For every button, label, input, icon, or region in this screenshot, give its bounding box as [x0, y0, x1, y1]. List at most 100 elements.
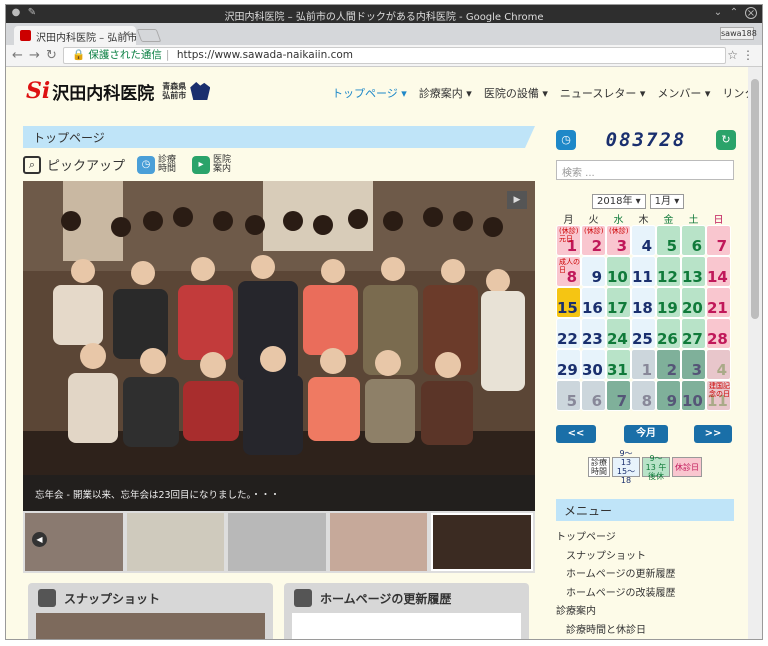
calendar-day[interactable]: 19 [656, 287, 681, 318]
prev-month-button[interactable]: << [556, 425, 596, 443]
calendar-day[interactable]: 14 [706, 256, 731, 287]
tab-close-icon[interactable]: × [123, 29, 131, 40]
calendar-day[interactable]: 5 [556, 380, 581, 411]
calendar-day[interactable]: 29 [556, 349, 581, 380]
calendar-day[interactable]: 18 [631, 287, 656, 318]
calendar-day[interactable]: 25 [631, 318, 656, 349]
calendar-day[interactable]: 4 [631, 225, 656, 256]
month-select[interactable]: 1月 ▾ [649, 194, 685, 209]
browser-tab[interactable]: 沢田内科医院 – 弘前市 × [14, 26, 136, 45]
next-month-button[interactable]: >> [694, 425, 732, 443]
calendar-day[interactable]: 9 [656, 380, 681, 411]
calendar-day[interactable]: 成人の日 8 [556, 256, 581, 287]
calendar-day[interactable]: 21 [706, 287, 731, 318]
calendar-day[interactable]: 30 [581, 349, 606, 380]
pickup-label: ピックアップ [47, 159, 126, 174]
calendar-day[interactable]: 6 [681, 225, 706, 256]
profile-button[interactable]: sawa188 [720, 27, 757, 40]
calendar-day[interactable]: (休診)元日 1 [556, 225, 581, 256]
thumbnail[interactable] [329, 513, 428, 571]
calendar-day[interactable]: 27 [681, 318, 706, 349]
history-title[interactable]: ホームページの更新履歴 [320, 590, 451, 607]
day-number: 2 [591, 237, 602, 255]
menu-item[interactable]: ホームページの改装履歴 [556, 585, 676, 604]
calendar-day[interactable]: 10 [681, 380, 706, 411]
minimize-icon[interactable]: ⌄ [712, 7, 724, 19]
nav-clinic-info[interactable]: 診療案内 ▾ [419, 85, 472, 101]
counter-refresh-icon: ↻ [716, 130, 736, 150]
calendar-day[interactable]: 26 [656, 318, 681, 349]
calendar-day[interactable]: 31 [606, 349, 631, 380]
page-scrollbar[interactable] [748, 67, 762, 639]
calendar-day[interactable]: (休診) 2 [581, 225, 606, 256]
legend-half-day: 9〜13 午後休 [642, 454, 670, 481]
nav-links[interactable]: リンク集 [722, 85, 750, 101]
browser-menu-icon[interactable]: ⋮ [742, 48, 754, 62]
day-number: 2 [666, 361, 677, 379]
calendar-day[interactable]: 15 [556, 287, 581, 318]
snapshot-preview[interactable] [36, 613, 265, 639]
calendar-day[interactable]: 24 [606, 318, 631, 349]
thumbnail-active[interactable] [431, 513, 533, 571]
bookmark-star-icon[interactable]: ☆ [727, 48, 738, 62]
thumbnail[interactable] [126, 513, 225, 571]
menu-item[interactable]: ホームページの更新履歴 [556, 566, 676, 585]
menu-item[interactable]: 診療案内 [556, 603, 676, 622]
new-tab-button[interactable] [136, 29, 162, 42]
calendar-day[interactable]: 22 [556, 318, 581, 349]
calendar-day[interactable]: 16 [581, 287, 606, 318]
day-number: 10 [607, 268, 628, 286]
calendar-day[interactable]: 1 [631, 349, 656, 380]
day-number: 7 [616, 392, 627, 410]
quick-guide-link[interactable]: ▸ 医院案内 [192, 155, 235, 174]
calendar-day[interactable]: 7 [706, 225, 731, 256]
reload-icon[interactable]: ↻ [46, 48, 57, 63]
calendar-day[interactable]: 9 [581, 256, 606, 287]
calendar-day[interactable]: 11 [631, 256, 656, 287]
back-icon[interactable]: ← [12, 48, 23, 63]
calendar-day[interactable]: 12 [656, 256, 681, 287]
weekday-label: 月 [563, 215, 574, 226]
calendar-day[interactable]: 建国記念の日 11 [706, 380, 731, 411]
calendar-day[interactable]: 8 [631, 380, 656, 411]
forward-icon[interactable]: → [29, 48, 40, 63]
year-select[interactable]: 2018年 ▾ [592, 194, 646, 209]
menu-item[interactable]: トップページ [556, 529, 676, 548]
maximize-icon[interactable]: ⌃ [728, 7, 740, 19]
nav-newsletter[interactable]: ニュースレター ▾ [560, 85, 645, 101]
calendar-day[interactable]: 17 [606, 287, 631, 318]
quick-hours-link[interactable]: ◷ 診療時間 [137, 155, 180, 174]
calendar-day[interactable]: 23 [581, 318, 606, 349]
calendar-day[interactable]: 2 [656, 349, 681, 380]
calendar-day[interactable]: 4 [706, 349, 731, 380]
slider-play-button[interactable]: ▶ [507, 191, 527, 209]
scrollbar-thumb[interactable] [751, 79, 759, 319]
address-bar[interactable]: 🔒 保護された通信 | https://www.sawada-naikaiin.c… [63, 47, 726, 64]
calendar-day[interactable]: 3 [681, 349, 706, 380]
calendar-day[interactable]: 10 [606, 256, 631, 287]
site-logo[interactable]: Si 沢田内科医院 青森県 弘前市 [26, 78, 211, 104]
calendar-day[interactable]: 13 [681, 256, 706, 287]
snapshot-title[interactable]: スナップショット [64, 590, 160, 607]
calendar-day[interactable]: 6 [581, 380, 606, 411]
slider-prev-icon[interactable]: ◀ [32, 532, 47, 547]
day-number: 22 [557, 330, 578, 348]
this-month-button[interactable]: 今月 [624, 425, 668, 443]
calendar-day[interactable]: 28 [706, 318, 731, 349]
weekday-label: 木 [638, 215, 649, 226]
search-input[interactable]: 検索 ... [556, 160, 734, 180]
nav-facilities[interactable]: 医院の設備 ▾ [484, 85, 548, 101]
tab-title: 沢田内科医院 – 弘前市 [36, 33, 136, 44]
calendar-day[interactable]: 5 [656, 225, 681, 256]
calendar-day[interactable]: 7 [606, 380, 631, 411]
photo-slider[interactable]: ▶ 忘年会 - 開業以来、忘年会は23回目になりました。・・・ [23, 181, 535, 511]
thumbnail[interactable] [228, 513, 326, 571]
calendar-day[interactable]: (休診) 3 [606, 225, 631, 256]
menu-item[interactable]: 診療時間と休診日 [556, 622, 676, 640]
close-icon[interactable]: × [745, 7, 757, 19]
calendar-day[interactable]: 20 [681, 287, 706, 318]
nav-members[interactable]: メンバー ▾ [657, 85, 710, 101]
history-preview[interactable] [292, 613, 521, 639]
menu-item[interactable]: スナップショット [556, 548, 676, 567]
nav-top-page[interactable]: トップページ ▾ [332, 85, 407, 101]
